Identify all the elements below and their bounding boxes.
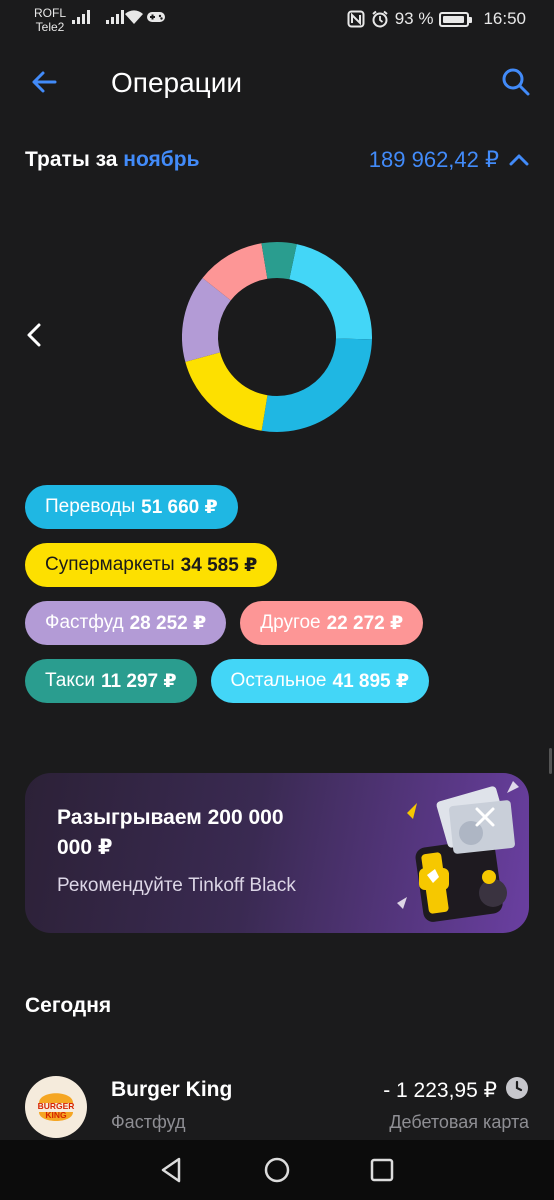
arrow-left-icon[interactable] [28,66,60,98]
clock-icon [506,1077,528,1099]
category-chips: Переводы 51 660 ₽ Супермаркеты 34 585 ₽ Фа… [25,485,535,717]
chip-row: Фастфуд 28 252 ₽ Другое 22 272 ₽ [25,601,535,645]
gift-box-icon [397,781,519,922]
spending-summary: Траты за ноябрь 189 962,42 ₽ [25,144,529,176]
chip-rest[interactable]: Остальное 41 895 ₽ [210,659,430,703]
signal-icon [106,10,124,24]
chip-label: Переводы [45,496,136,517]
section-title-today: Сегодня [25,994,112,1017]
battery-percent: 93 % [394,9,434,28]
chip-label: Супермаркеты [45,554,175,575]
search-icon[interactable] [500,66,532,98]
spending-donut-chart [182,242,372,432]
carrier-label: ROFL Tele2 [34,6,66,34]
scroll-indicator [549,748,552,774]
operation-card: Дебетовая карта [389,1112,529,1132]
battery-icon [439,11,473,27]
chip-fastfood[interactable]: Фастфуд 28 252 ₽ [25,601,227,645]
spending-total: 189 962,42 ₽ [368,147,499,172]
carrier-name: ROFL [34,6,67,20]
signal-icon [72,10,90,24]
page-title: Операции [111,67,242,98]
chip-row: Переводы 51 660 ₽ [25,485,535,529]
status-bar: ROFL Tele2 93 % 16:50 [0,0,554,40]
chip-amount: 11 297 ₽ [100,670,177,692]
carrier-operator: Tele2 [35,20,65,34]
donut-segment-2 [182,278,232,362]
chip-label: Такси [45,670,95,691]
promo-banner[interactable]: Разыгрываем 200 000 000 ₽ Рекомендуйте T… [25,773,529,933]
donut-segment-5 [288,244,372,340]
chevron-up-icon [509,154,529,166]
chip-row: Супермаркеты 34 585 ₽ [25,543,535,587]
donut-segment-0 [261,337,372,432]
wifi-icon [125,10,143,24]
chip-taxi[interactable]: Такси 11 297 ₽ [25,659,197,703]
spending-total-toggle[interactable]: 189 962,42 ₽ [369,147,529,173]
chip-other[interactable]: Другое 22 272 ₽ [240,601,424,645]
promo-subtitle: Рекомендуйте Tinkoff Black [57,875,296,896]
chip-label: Другое [260,612,321,633]
operation-amount: - 1 223,95 ₽ [383,1079,497,1102]
operation-row[interactable]: BURGER KING Burger King Фастфуд - 1 223,… [25,1072,529,1142]
triangle-back-icon[interactable] [157,1155,187,1185]
burger-king-logo: BURGER KING [38,1093,74,1121]
donut-segment-1 [185,351,269,431]
spending-label: Траты за ноябрь [25,148,199,172]
donut-segment-4 [261,242,297,280]
circle-home-icon[interactable] [262,1155,292,1185]
nfc-icon [347,10,365,28]
status-right: 93 % 16:50 [347,9,526,29]
app-header: Операции [0,60,554,106]
close-icon[interactable] [471,803,499,831]
chip-amount: 22 272 ₽ [326,612,404,634]
chip-transfers[interactable]: Переводы 51 660 ₽ [25,485,238,529]
clock: 16:50 [483,9,526,28]
operation-category: Фастфуд [111,1112,186,1132]
merchant-name: Burger King [111,1078,233,1101]
spending-prefix: Траты за [25,148,118,171]
chip-supermarkets[interactable]: Супермаркеты 34 585 ₽ [25,543,278,587]
system-nav-bar [0,1140,554,1200]
chip-amount: 28 252 ₽ [129,612,207,634]
promo-title: Разыгрываем 200 000 000 ₽ [57,806,284,859]
donut-segment-3 [202,243,269,301]
gamepad-icon [147,12,165,22]
chevron-left-icon[interactable] [24,322,44,348]
chip-label: Фастфуд [45,612,124,633]
svg-text:KING: KING [45,1110,67,1120]
chip-row: Такси 11 297 ₽ Остальное 41 895 ₽ [25,659,535,703]
chip-amount: 41 895 ₽ [332,670,410,692]
merchant-logo: BURGER KING [25,1076,87,1138]
month-selector[interactable]: ноябрь [123,148,199,171]
square-recents-icon[interactable] [367,1155,397,1185]
chip-amount: 51 660 ₽ [141,496,218,518]
chip-amount: 34 585 ₽ [180,554,258,576]
alarm-icon [372,10,388,28]
chip-label: Остальное [230,670,327,691]
